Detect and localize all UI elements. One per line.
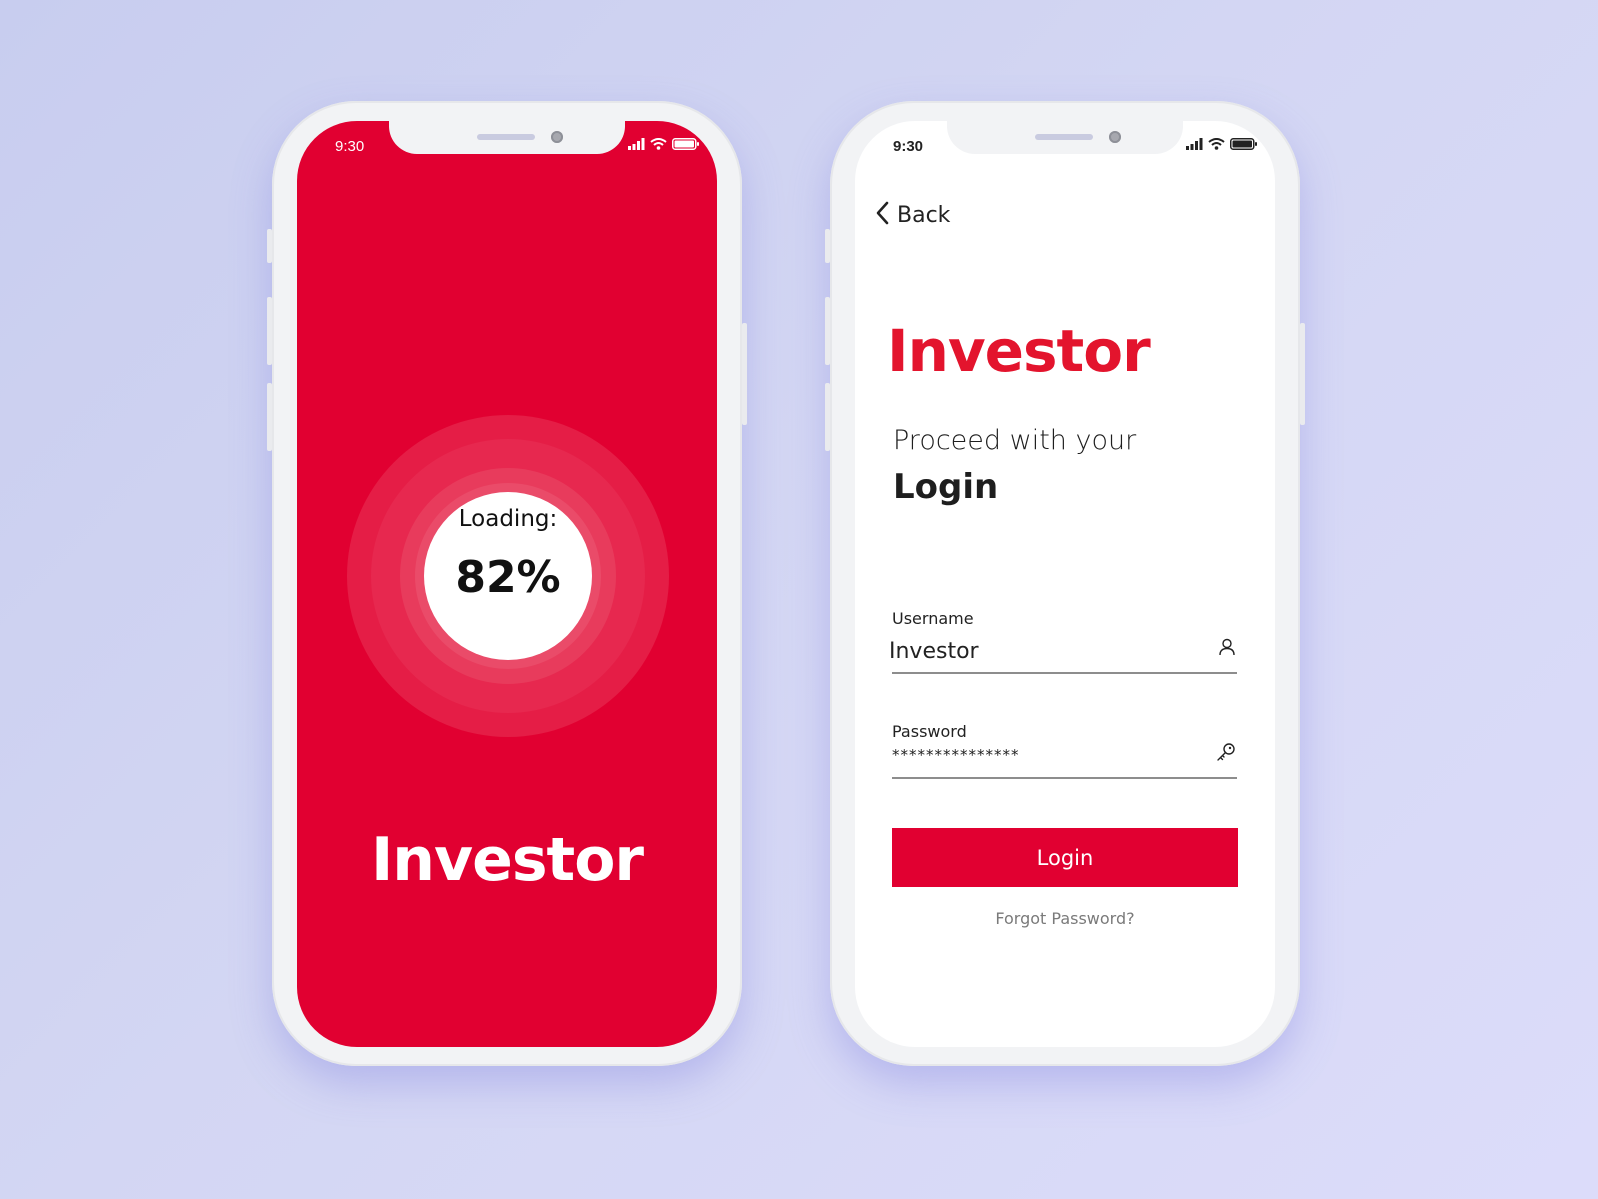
wifi-icon [650,138,667,150]
password-field[interactable]: *************** [892,746,1020,764]
signal-icon [1186,138,1203,150]
login-button[interactable]: Login [892,828,1238,887]
wifi-icon [1208,138,1225,150]
status-icons [1186,138,1257,150]
mute-switch [825,229,830,263]
phone-splash: 9:30 Loading: 82% Investor [267,101,747,1066]
chevron-left-icon [875,201,889,230]
speaker [477,134,535,140]
signal-icon [628,138,645,150]
username-underline [892,672,1237,674]
password-underline [892,777,1237,779]
mute-switch [267,229,272,263]
status-time: 9:30 [893,138,924,155]
back-label: Back [897,203,951,228]
loading-label: Loading: [458,506,558,532]
user-icon [1218,638,1236,661]
login-screen: 9:30 Back Investor Proceed with your Log… [855,121,1275,1047]
speaker [1035,134,1093,140]
login-heading: Login [893,467,999,507]
password-label: Password [892,722,967,741]
brand-title: Investor [887,317,1151,385]
volume-down-button [267,383,272,451]
battery-icon [672,138,699,150]
camera [1109,131,1121,143]
notch [389,121,625,154]
key-icon [1216,742,1236,767]
volume-up-button [267,297,272,365]
phone-login: 9:30 Back Investor Proceed with your Log… [825,101,1305,1066]
camera [551,131,563,143]
status-icons [628,138,699,150]
battery-icon [1230,138,1257,150]
notch [947,121,1183,154]
volume-up-button [825,297,830,365]
power-button [1300,323,1305,425]
splash-title: Investor [370,825,644,895]
loader-progress: Loading: 82% [424,492,592,660]
loading-percent: 82% [455,552,561,603]
splash-screen: 9:30 Loading: 82% Investor [297,121,717,1047]
back-button[interactable]: Back [875,201,950,230]
username-field[interactable]: Investor [889,639,979,664]
forgot-password-link[interactable]: Forgot Password? [855,909,1275,928]
status-time: 9:30 [335,138,365,155]
volume-down-button [825,383,830,451]
login-subtitle: Proceed with your [893,425,1137,456]
username-label: Username [892,609,974,628]
power-button [742,323,747,425]
